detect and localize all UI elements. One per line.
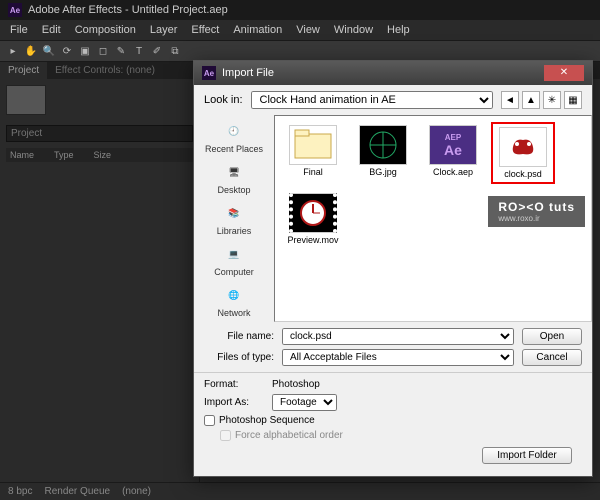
tab-project[interactable]: Project — [0, 62, 47, 79]
nav-up-icon[interactable]: ▲ — [522, 91, 540, 109]
ae-logo-icon: Ae — [8, 3, 22, 17]
bpc-indicator[interactable]: 8 bpc — [8, 486, 32, 497]
cancel-button[interactable]: Cancel — [522, 349, 582, 366]
brush-tool-icon[interactable]: ✐ — [150, 44, 164, 58]
menu-view[interactable]: View — [290, 22, 326, 38]
sidebar-recent-places[interactable]: 🕘Recent Places — [205, 119, 263, 154]
file-list[interactable]: Final BG.jpg AEPAe Clock.aep clock.psd P… — [274, 115, 592, 322]
sidebar-desktop[interactable]: 🖥Desktop — [217, 160, 250, 195]
psd-file-icon — [499, 127, 547, 167]
pen-tool-icon[interactable]: ✎ — [114, 44, 128, 58]
watermark-url: www.roxo.ir — [498, 214, 575, 223]
file-item-clock-aep[interactable]: AEPAe Clock.aep — [421, 122, 485, 184]
watermark: RO><O tuts www.roxo.ir — [488, 196, 585, 227]
libraries-icon: 📚 — [220, 201, 248, 225]
recent-places-icon: 🕘 — [220, 119, 248, 143]
menu-edit[interactable]: Edit — [36, 22, 67, 38]
col-name[interactable]: Name — [10, 150, 34, 160]
col-size[interactable]: Size — [94, 150, 112, 160]
selection-tool-icon[interactable]: ▸ — [6, 44, 20, 58]
photoshop-sequence-label: Photoshop Sequence — [219, 415, 315, 426]
sidebar-libraries[interactable]: 📚Libraries — [217, 201, 252, 236]
sidebar-network[interactable]: 🌐Network — [217, 283, 250, 318]
force-alpha-label: Force alphabetical order — [235, 430, 343, 441]
app-title: Adobe After Effects - Untitled Project.a… — [28, 4, 228, 16]
project-column-headers: Name Type Size — [6, 148, 193, 162]
stamp-tool-icon[interactable]: ⧉ — [168, 44, 182, 58]
file-item-bg[interactable]: BG.jpg — [351, 122, 415, 184]
desktop-icon: 🖥 — [220, 160, 248, 184]
dialog-titlebar: Ae Import File ✕ — [194, 61, 592, 85]
menu-help[interactable]: Help — [381, 22, 416, 38]
text-tool-icon[interactable]: T — [132, 44, 146, 58]
nav-view-icon[interactable]: ▦ — [564, 91, 582, 109]
close-button[interactable]: ✕ — [544, 65, 584, 81]
photoshop-sequence-checkbox[interactable] — [204, 415, 215, 426]
open-button[interactable]: Open — [522, 328, 582, 345]
hand-tool-icon[interactable]: ✋ — [24, 44, 38, 58]
import-file-dialog: Ae Import File ✕ Look in: Clock Hand ani… — [193, 60, 593, 477]
timeline-none: (none) — [122, 486, 151, 497]
dialog-title: Import File — [222, 67, 274, 79]
menu-composition[interactable]: Composition — [69, 22, 142, 38]
menu-layer[interactable]: Layer — [144, 22, 184, 38]
dialog-ae-icon: Ae — [202, 66, 216, 80]
file-item-final[interactable]: Final — [281, 122, 345, 184]
render-queue-tab[interactable]: Render Queue — [44, 486, 110, 497]
image-thumb-icon — [359, 125, 407, 165]
import-options: Format: Photoshop Import As: Footage Pho… — [194, 372, 592, 476]
import-as-label: Import As: — [204, 397, 264, 408]
menu-window[interactable]: Window — [328, 22, 379, 38]
file-item-preview-mov[interactable]: Preview.mov — [281, 190, 345, 248]
watermark-brand: RO><O tuts — [498, 200, 575, 214]
file-type-select[interactable]: All Acceptable Files — [282, 349, 514, 366]
col-type[interactable]: Type — [54, 150, 74, 160]
file-fields: File name: clock.psd Open Files of type:… — [194, 322, 592, 372]
look-in-row: Look in: Clock Hand animation in AE ◄ ▲ … — [194, 85, 592, 115]
sidebar-computer[interactable]: 💻Computer — [214, 242, 254, 277]
tab-effect-controls[interactable]: Effect Controls: (none) — [47, 62, 163, 79]
import-as-select[interactable]: Footage — [272, 394, 337, 411]
folder-icon — [289, 125, 337, 165]
project-search-input[interactable] — [6, 125, 193, 142]
import-folder-button[interactable]: Import Folder — [482, 447, 572, 464]
rotate-tool-icon[interactable]: ⟳ — [60, 44, 74, 58]
aep-file-icon: AEPAe — [429, 125, 477, 165]
look-in-select[interactable]: Clock Hand animation in AE — [251, 91, 493, 109]
places-sidebar: 🕘Recent Places 🖥Desktop 📚Libraries 💻Comp… — [194, 115, 274, 322]
toolbar: ▸ ✋ 🔍 ⟳ ▣ ◻ ✎ T ✐ ⧉ — [0, 40, 600, 62]
zoom-tool-icon[interactable]: 🔍 — [42, 44, 56, 58]
look-in-label: Look in: — [204, 94, 243, 106]
file-type-label: Files of type: — [204, 352, 274, 363]
mov-thumb-icon — [289, 193, 337, 233]
computer-icon: 💻 — [220, 242, 248, 266]
dialog-main: 🕘Recent Places 🖥Desktop 📚Libraries 💻Comp… — [194, 115, 592, 322]
menu-animation[interactable]: Animation — [227, 22, 288, 38]
app-titlebar: Ae Adobe After Effects - Untitled Projec… — [0, 0, 600, 20]
timeline-footer: 8 bpc Render Queue (none) — [0, 482, 600, 500]
menu-file[interactable]: File — [4, 22, 34, 38]
project-panel: Project Effect Controls: (none) Name Typ… — [0, 62, 200, 482]
nav-newfolder-icon[interactable]: ✳ — [543, 91, 561, 109]
nav-back-icon[interactable]: ◄ — [501, 91, 519, 109]
menubar: File Edit Composition Layer Effect Anima… — [0, 20, 600, 40]
file-name-input[interactable]: clock.psd — [282, 328, 514, 345]
format-value: Photoshop — [272, 379, 320, 390]
project-thumbnail — [6, 85, 46, 115]
camera-tool-icon[interactable]: ▣ — [78, 44, 92, 58]
format-label: Format: — [204, 379, 264, 390]
file-name-label: File name: — [204, 331, 274, 342]
network-icon: 🌐 — [220, 283, 248, 307]
menu-effect[interactable]: Effect — [185, 22, 225, 38]
shape-tool-icon[interactable]: ◻ — [96, 44, 110, 58]
force-alpha-checkbox — [220, 430, 231, 441]
file-item-clock-psd[interactable]: clock.psd — [491, 122, 555, 184]
